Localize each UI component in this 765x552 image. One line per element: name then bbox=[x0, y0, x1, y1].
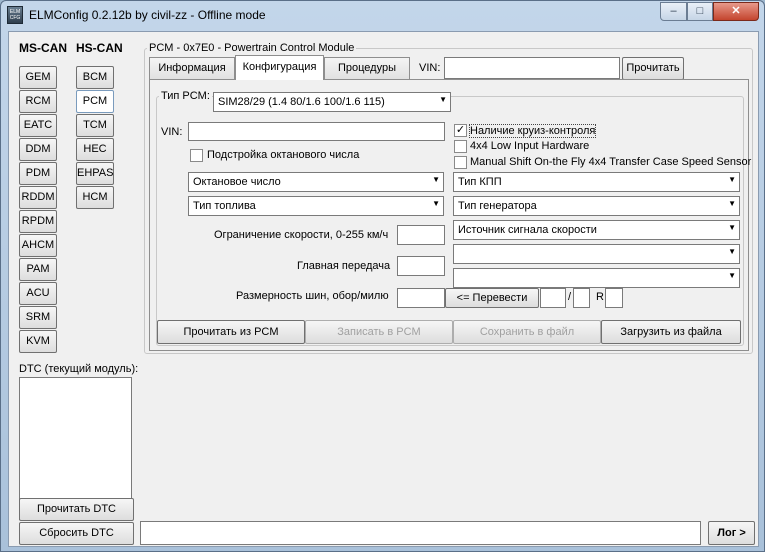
close-button[interactable]: ✕ bbox=[713, 2, 759, 21]
reset-dtc-button[interactable]: Сбросить DTC bbox=[19, 522, 134, 545]
app-window: ELM CFG ELMConfig 0.2.12b by civil-zz - O… bbox=[0, 0, 765, 552]
configuration-tab-page: Тип PCM: SIM28/29 (1.4 80/1.6 100/1.6 11… bbox=[149, 79, 752, 351]
read-from-pcm-button[interactable]: Прочитать из PCM bbox=[157, 320, 305, 344]
module-button-eatc[interactable]: EATC bbox=[19, 114, 57, 137]
fuel-type-dropdown-value: Тип топлива bbox=[193, 200, 256, 212]
speed-source-dropdown-value: Источник сигнала скорости bbox=[458, 224, 597, 236]
tire-radius-field[interactable] bbox=[605, 288, 623, 308]
tire-revs-field[interactable] bbox=[397, 288, 445, 308]
maximize-button[interactable]: □ bbox=[687, 2, 713, 21]
write-to-pcm-button[interactable]: Записать в PCM bbox=[305, 320, 453, 344]
log-field[interactable] bbox=[140, 521, 701, 545]
chevron-down-icon: ▼ bbox=[728, 175, 736, 184]
pcm-vin-label: VIN: bbox=[419, 62, 441, 74]
pcm-type-value: SIM28/29 (1.4 80/1.6 100/1.6 115) bbox=[218, 96, 385, 108]
module-button-rpdm[interactable]: RPDM bbox=[19, 210, 57, 233]
module-button-ahcm[interactable]: AHCM bbox=[19, 234, 57, 257]
gearbox-type-dropdown[interactable]: Тип КПП ▼ bbox=[453, 172, 740, 192]
pcm-vin-field[interactable] bbox=[444, 57, 620, 79]
pcm-read-button[interactable]: Прочитать bbox=[622, 57, 684, 80]
gearbox-type-dropdown-value: Тип КПП bbox=[458, 176, 502, 188]
tab-configuration[interactable]: Конфигурация bbox=[235, 55, 324, 80]
module-button-bcm[interactable]: BCM bbox=[76, 66, 114, 89]
speed-source-dropdown[interactable]: Источник сигнала скорости ▼ bbox=[453, 220, 740, 240]
module-button-gem[interactable]: GEM bbox=[19, 66, 57, 89]
window-title: ELMConfig 0.2.12b by civil-zz - Offline … bbox=[29, 8, 266, 22]
hs-can-label: HS-CAN bbox=[76, 41, 123, 55]
tire-profile-field[interactable] bbox=[573, 288, 590, 308]
app-logo-icon: ELM CFG bbox=[7, 6, 23, 24]
tab-procedures[interactable]: Процедуры bbox=[324, 57, 410, 79]
chevron-down-icon: ▼ bbox=[728, 247, 736, 256]
chevron-down-icon: ▼ bbox=[439, 95, 447, 104]
octane-dropdown-value: Октановое число bbox=[193, 176, 281, 188]
cruise-control-label: Наличие круиз-контроля bbox=[468, 124, 597, 138]
chevron-down-icon: ▼ bbox=[728, 199, 736, 208]
octane-adjust-label: Подстройка октанового числа bbox=[207, 149, 360, 161]
low-input-hardware-checkbox[interactable] bbox=[454, 140, 467, 153]
chevron-down-icon: ▼ bbox=[432, 199, 440, 208]
final-drive-label: Главная передача bbox=[297, 260, 391, 272]
pcm-group-title: PCM - 0x7E0 - Powertrain Control Module bbox=[147, 42, 357, 54]
title-bar[interactable]: ELM CFG ELMConfig 0.2.12b by civil-zz - O… bbox=[1, 1, 764, 29]
manual-shift-label: Manual Shift On-the Fly 4x4 Transfer Cas… bbox=[470, 156, 752, 168]
module-button-ehpas[interactable]: EHPAS bbox=[76, 162, 114, 185]
final-drive-field[interactable] bbox=[397, 256, 445, 276]
dtc-label: DTC (текущий модуль): bbox=[19, 363, 139, 375]
speed-limit-label: Ограничение скорости, 0-255 км/ч bbox=[214, 229, 389, 241]
load-from-file-button[interactable]: Загрузить из файла bbox=[601, 320, 741, 344]
chevron-down-icon: ▼ bbox=[432, 175, 440, 184]
extra-dropdown-1[interactable]: ▼ bbox=[453, 244, 740, 264]
tab-info[interactable]: Информация bbox=[149, 57, 235, 79]
module-button-tcm[interactable]: TCM bbox=[76, 114, 114, 137]
generator-type-dropdown-value: Тип генератора bbox=[458, 200, 537, 212]
chevron-down-icon: ▼ bbox=[728, 271, 736, 280]
save-to-file-button[interactable]: Сохранить в файл bbox=[453, 320, 601, 344]
fuel-type-dropdown[interactable]: Тип топлива ▼ bbox=[188, 196, 444, 216]
config-vin-field[interactable] bbox=[188, 122, 445, 141]
module-button-pcm[interactable]: PCM bbox=[76, 90, 114, 113]
module-button-acu[interactable]: ACU bbox=[19, 282, 57, 305]
module-button-kvm[interactable]: KVM bbox=[19, 330, 57, 353]
tire-r-label: R bbox=[596, 291, 604, 303]
extra-dropdown-2[interactable]: ▼ bbox=[453, 268, 740, 288]
tire-size-label: Размерность шин, обор/милю bbox=[236, 290, 389, 302]
module-button-ddm[interactable]: DDM bbox=[19, 138, 57, 161]
manual-shift-checkbox[interactable] bbox=[454, 156, 467, 169]
module-button-rddm[interactable]: RDDM bbox=[19, 186, 57, 209]
checkmark-icon: ✓ bbox=[455, 124, 466, 136]
tire-width-field[interactable] bbox=[540, 288, 566, 308]
generator-type-dropdown[interactable]: Тип генератора ▼ bbox=[453, 196, 740, 216]
module-button-srm[interactable]: SRM bbox=[19, 306, 57, 329]
cruise-control-checkbox[interactable]: ✓ bbox=[454, 124, 467, 137]
module-button-hcm[interactable]: HCM bbox=[76, 186, 114, 209]
tire-slash-label: / bbox=[568, 291, 572, 303]
module-button-rcm[interactable]: RCM bbox=[19, 90, 57, 113]
octane-dropdown[interactable]: Октановое число ▼ bbox=[188, 172, 444, 192]
octane-adjust-checkbox[interactable] bbox=[190, 149, 203, 162]
convert-button[interactable]: <= Перевести bbox=[445, 288, 539, 308]
read-dtc-button[interactable]: Прочитать DTC bbox=[19, 498, 134, 521]
log-button[interactable]: Лог > bbox=[708, 521, 755, 545]
pcm-type-label: Тип PCM: bbox=[159, 90, 212, 102]
ms-can-label: MS-CAN bbox=[19, 41, 67, 55]
speed-limit-field[interactable] bbox=[397, 225, 445, 245]
pcm-type-dropdown[interactable]: SIM28/29 (1.4 80/1.6 100/1.6 115) ▼ bbox=[213, 92, 451, 112]
minimize-button[interactable]: – bbox=[660, 2, 687, 21]
chevron-down-icon: ▼ bbox=[728, 223, 736, 232]
config-vin-label: VIN: bbox=[161, 126, 183, 138]
client-area: MS-CAN HS-CAN GEM RCM EATC DDM PDM RDDM RPDM AH… bbox=[8, 31, 759, 547]
module-button-pdm[interactable]: PDM bbox=[19, 162, 57, 185]
module-button-hec[interactable]: HEC bbox=[76, 138, 114, 161]
low-input-hardware-label: 4x4 Low Input Hardware bbox=[470, 140, 590, 152]
module-button-pam[interactable]: PAM bbox=[19, 258, 57, 281]
